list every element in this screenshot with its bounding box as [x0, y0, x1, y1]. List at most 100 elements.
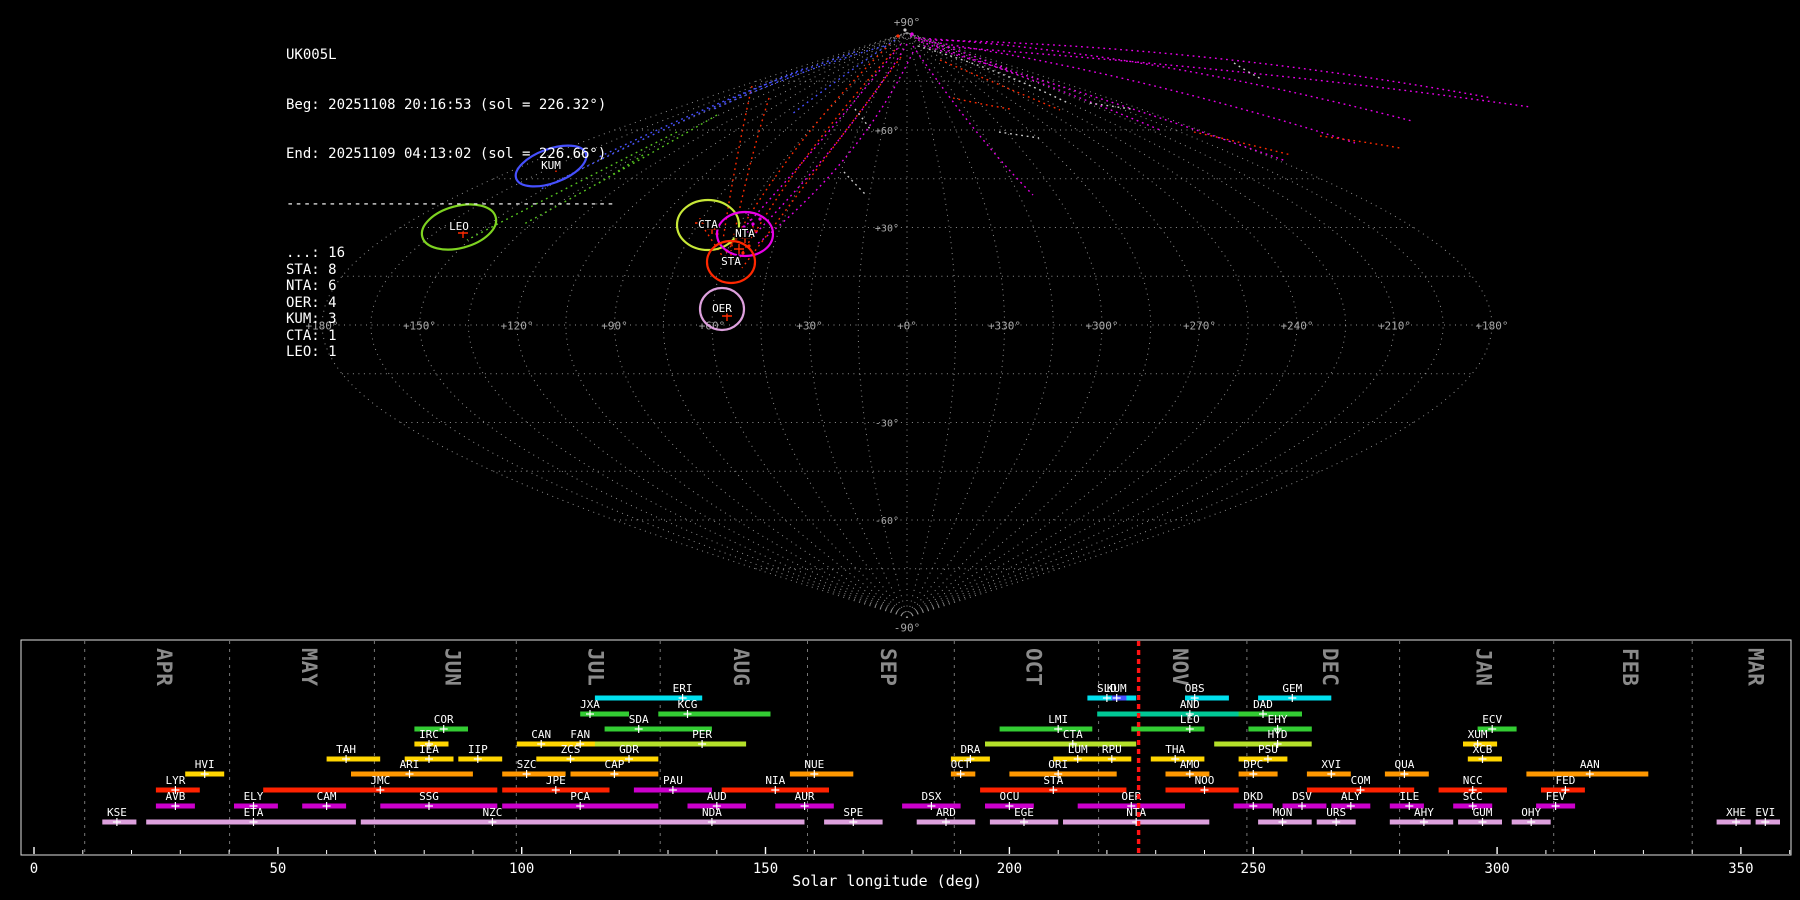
- peak-marker-PAU: [668, 786, 677, 794]
- shower-label-PSU: PSU: [1258, 743, 1278, 756]
- radiant-label-OER: OER: [712, 302, 732, 315]
- shower-bar-NUE: [789, 771, 854, 777]
- map-meridian: [906, 32, 1201, 618]
- shower-label-DAD: DAD: [1253, 698, 1273, 711]
- peak-marker-IEA: [425, 755, 433, 763]
- peak-marker-OHY: [1527, 818, 1536, 826]
- shower-label-ETA: ETA: [244, 806, 264, 819]
- shower-label-DRA: DRA: [960, 743, 980, 756]
- radiant-track: [843, 171, 868, 197]
- count-row-OER: OER: 4: [286, 294, 337, 311]
- peak-marker-ALY: [1346, 802, 1355, 810]
- shower-label-EGE: EGE: [1014, 806, 1034, 819]
- peak-marker-RPU: [1107, 755, 1116, 763]
- count-row-KUM: KUM: 3: [286, 311, 337, 327]
- peak-marker-SZC: [522, 770, 531, 778]
- shower-label-AAN: AAN: [1580, 758, 1600, 771]
- shower-label-THA: THA: [1165, 743, 1185, 756]
- shower-label-FAN: FAN: [570, 728, 590, 741]
- shower-label-XVI: XVI: [1321, 758, 1341, 771]
- radiant-track: [791, 39, 896, 115]
- peak-marker-DSX: [927, 802, 936, 810]
- radiant-track: [998, 131, 1040, 139]
- month-label-NOV: NOV: [1168, 648, 1192, 686]
- radiant-track: [751, 43, 908, 238]
- shower-label-ORI: ORI: [1048, 758, 1068, 771]
- shower-label-GEM: GEM: [1282, 682, 1302, 695]
- peak-marker-CAM: [322, 802, 331, 810]
- shower-label-LEO: LEO: [1180, 713, 1200, 726]
- shower-label-NZC: NZC: [482, 806, 502, 819]
- shower-label-ALY: ALY: [1341, 790, 1361, 803]
- shower-label-QUA: QUA: [1394, 758, 1414, 771]
- map-lon-label: +210°: [1378, 320, 1411, 333]
- peak-marker-SLD: [1102, 694, 1111, 702]
- shower-label-AMO: AMO: [1180, 758, 1200, 771]
- shower-label-PAU: PAU: [663, 774, 683, 787]
- peak-marker-XHE: [1732, 818, 1741, 826]
- plot-canvas: +180° +150° +120° +90° +60° +30° +0° +330° +300°…: [20, 16, 1792, 877]
- shower-label-NOO: NOO: [1195, 774, 1215, 787]
- shower-count-list: ...: 16 STA: 8 NTA: 6 OER: 4 KUM: 3 CTA: 1 LEO…: [286, 245, 615, 361]
- radiant-track: [952, 97, 1011, 110]
- shower-label-NIA: NIA: [765, 774, 785, 787]
- month-label-JUL: JUL: [583, 648, 607, 686]
- shower-label-DSX: DSX: [921, 790, 941, 803]
- peak-marker-NUE: [810, 770, 819, 778]
- shower-label-ZCS: ZCS: [561, 743, 581, 756]
- peak-marker-STA: [1049, 786, 1058, 794]
- peak-marker-IIP: [473, 755, 482, 763]
- shower-label-IRC: IRC: [419, 728, 439, 741]
- map-lon-label: +270°: [1183, 320, 1216, 333]
- shower-label-NUE: NUE: [804, 758, 824, 771]
- peak-marker-PSU: [1263, 755, 1272, 763]
- shower-bar-PER: [594, 741, 747, 747]
- x-axis-title: Solar longitude (deg): [792, 872, 982, 890]
- map-lat-label: +30°: [875, 224, 899, 235]
- count-row-LEO: LEO: 1: [286, 344, 337, 360]
- peak-marker-DKD: [1249, 802, 1258, 810]
- shower-label-COM: COM: [1351, 774, 1371, 787]
- radiant-tracks: [466, 35, 1531, 269]
- peak-marker-LUM: [1073, 755, 1082, 763]
- shower-label-COR: COR: [434, 713, 454, 726]
- shower-label-JMC: JMC: [370, 774, 390, 787]
- peak-marker-FEV: [1551, 802, 1560, 810]
- month-label-AUG: AUG: [729, 648, 753, 686]
- count-row-...: ...: 16: [286, 245, 346, 261]
- shower-label-IIP: IIP: [468, 743, 488, 756]
- map-lon-label: +180°: [1475, 320, 1508, 333]
- shower-bar-SSG: [380, 803, 498, 809]
- radiant-track: [755, 51, 914, 246]
- shower-label-AUR: AUR: [795, 790, 815, 803]
- peak-marker-ARI: [405, 770, 414, 778]
- peak-marker-DPC: [1249, 770, 1258, 778]
- peak-marker-PCA: [576, 802, 585, 810]
- map-lat-label: -30°: [875, 419, 899, 430]
- shower-label-XUM: XUM: [1468, 728, 1488, 741]
- map-lon-label: +240°: [1280, 320, 1313, 333]
- peak-marker-JXA: [586, 710, 594, 718]
- shower-label-HVI: HVI: [195, 758, 215, 771]
- shower-label-DPC: DPC: [1243, 758, 1263, 771]
- radiant-track: [1193, 131, 1292, 156]
- peak-marker-NOO: [1200, 786, 1209, 794]
- shower-label-NDA: NDA: [702, 806, 722, 819]
- shower-label-EVI: EVI: [1755, 806, 1775, 819]
- peak-marker-THA: [1171, 755, 1180, 763]
- shower-label-TAH: TAH: [336, 743, 356, 756]
- shower-label-OCU: OCU: [999, 790, 1019, 803]
- count-row-CTA: CTA: 1: [286, 327, 337, 344]
- peak-marker-TAH: [342, 755, 351, 763]
- shower-label-AND: AND: [1180, 698, 1200, 711]
- shower-label-EHY: EHY: [1268, 713, 1288, 726]
- radiant-track: [1089, 102, 1132, 110]
- shower-label-XHE: XHE: [1726, 806, 1746, 819]
- shower-label-AHY: AHY: [1414, 806, 1434, 819]
- radiant-label-NTA: NTA: [735, 227, 755, 240]
- shower-label-ARD: ARD: [936, 806, 956, 819]
- peak-marker-SSG: [425, 802, 433, 810]
- shower-bar-DPC: [1238, 771, 1278, 777]
- shower-label-ELY: ELY: [244, 790, 264, 803]
- shower-label-JPE: JPE: [546, 774, 566, 787]
